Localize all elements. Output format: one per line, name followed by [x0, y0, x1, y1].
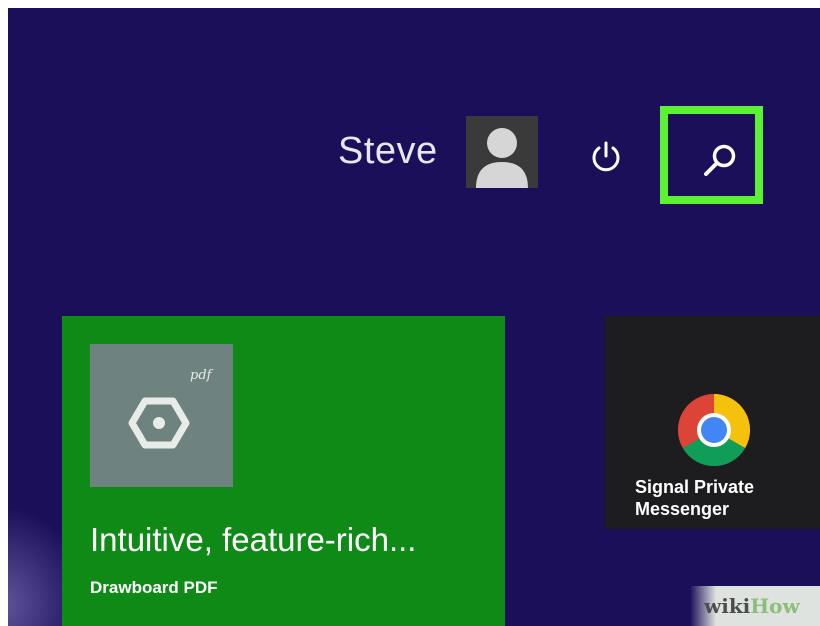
power-button[interactable]: [588, 138, 624, 174]
tile-signal-private-messenger[interactable]: Signal Private Messenger: [605, 316, 820, 529]
tile-label: Signal Private Messenger: [635, 476, 820, 520]
search-icon: [704, 144, 736, 176]
power-icon: [592, 141, 620, 172]
tile-title: Intuitive, feature-rich...: [90, 521, 417, 558]
tile-label-line1: Signal Private: [635, 477, 755, 497]
watermark-text: wikiHow: [704, 594, 800, 618]
watermark: wikiHow: [690, 586, 820, 626]
user-silhouette-icon[interactable]: [466, 116, 538, 188]
pdf-mark: pdf: [190, 368, 212, 383]
chrome-icon: [677, 394, 751, 467]
user-name[interactable]: Steve: [338, 130, 438, 173]
tile-app-name: Drawboard PDF: [90, 578, 218, 597]
search-button[interactable]: [660, 106, 763, 204]
tile-drawboard-pdf[interactable]: pdf Intuitive, feature-rich... Drawboard…: [62, 316, 505, 626]
drawboard-hexagon-icon: pdf: [90, 344, 233, 487]
start-screen: Steve pdf Intuitive, feature-rich... Dra: [8, 8, 820, 626]
tile-label-line2: Messenger: [635, 499, 730, 519]
